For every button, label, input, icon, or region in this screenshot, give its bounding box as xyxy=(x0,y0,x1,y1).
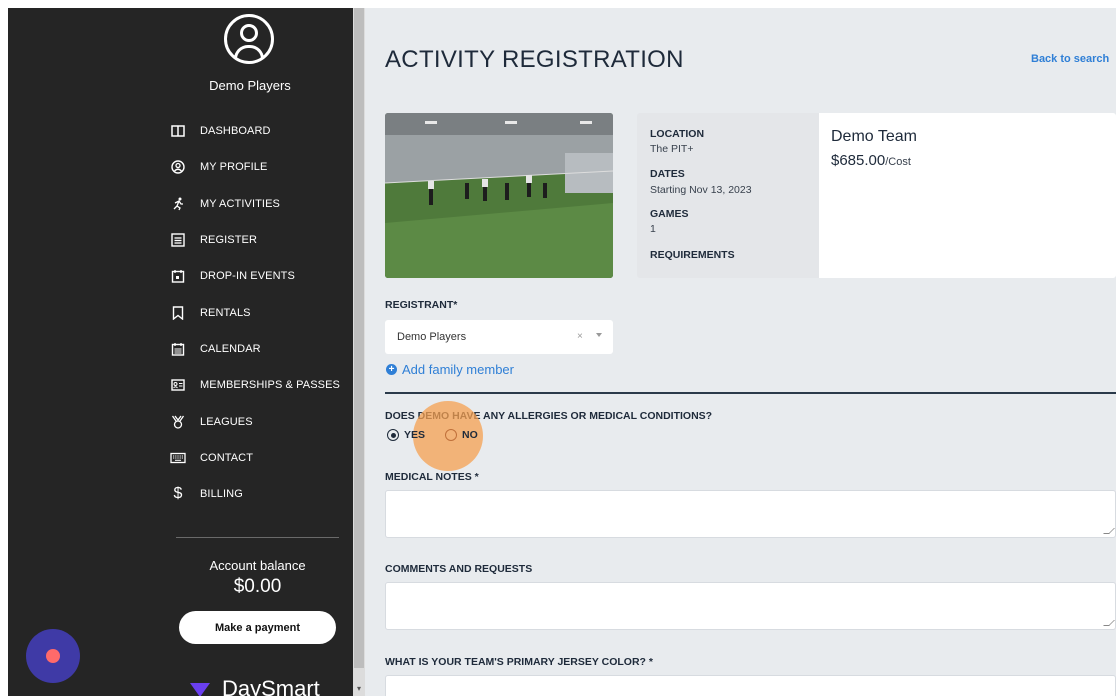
requirements-label: REQUIREMENTS xyxy=(650,249,735,261)
medal-icon xyxy=(170,414,186,430)
sidebar-item-contact[interactable]: CONTACT xyxy=(170,440,340,476)
sidebar-item-label: LEAGUES xyxy=(200,415,253,428)
radio-yes-label[interactable]: YES xyxy=(404,429,425,441)
page-title: ACTIVITY REGISTRATION xyxy=(385,46,684,73)
record-dot-icon xyxy=(46,649,60,663)
sidebar-item-rentals[interactable]: RENTALS xyxy=(170,294,340,330)
sidebar-item-label: DASHBOARD xyxy=(200,125,271,138)
resize-handle-icon[interactable] xyxy=(1103,620,1115,626)
activity-info-panel: LOCATION The PIT+ DATES Starting Nov 13,… xyxy=(637,113,819,278)
dates-value: Starting Nov 13, 2023 xyxy=(650,184,752,196)
sidebar-item-calendar[interactable]: CALENDAR xyxy=(170,331,340,367)
sidebar-item-label: RENTALS xyxy=(200,306,251,319)
resize-handle-icon[interactable] xyxy=(1103,528,1115,534)
location-label: LOCATION xyxy=(650,128,705,140)
allergy-radio-group: YES NO xyxy=(387,429,478,441)
price-amount: $685.00 xyxy=(831,152,886,169)
scroll-down-arrow-icon[interactable]: ▾ xyxy=(355,684,363,694)
sidebar-item-label: MEMBERSHIPS & PASSES xyxy=(200,379,340,392)
sidebar-item-label: MY ACTIVITIES xyxy=(200,197,280,210)
games-value: 1 xyxy=(650,223,656,235)
registrant-label: REGISTRANT* xyxy=(385,299,458,311)
calendar-event-icon xyxy=(170,268,186,284)
sidebar-scrollbar[interactable]: ▾ xyxy=(353,8,365,696)
sidebar-item-memberships-passes[interactable]: MEMBERSHIPS & PASSES xyxy=(170,367,340,403)
section-divider xyxy=(385,392,1116,394)
keyboard-icon xyxy=(170,450,186,466)
runner-icon xyxy=(170,196,186,212)
games-label: GAMES xyxy=(650,208,689,220)
back-to-search-link[interactable]: Back to search xyxy=(1031,53,1109,65)
jersey-color-label: WHAT IS YOUR TEAM'S PRIMARY JERSEY COLOR… xyxy=(385,656,653,668)
account-balance-label: Account balance xyxy=(209,558,306,573)
user-name: Demo Players xyxy=(209,78,291,93)
medical-notes-textarea[interactable] xyxy=(385,490,1116,538)
add-family-member-link[interactable]: + Add family member xyxy=(386,362,514,377)
sidebar-item-label: DROP-IN EVENTS xyxy=(200,270,295,283)
radio-yes[interactable] xyxy=(387,429,399,441)
team-name: Demo Team xyxy=(831,128,917,145)
sidebar-item-label: BILLING xyxy=(200,488,243,501)
registrant-value: Demo Players xyxy=(397,331,467,343)
dashboard-icon xyxy=(170,123,186,139)
sidebar-item-leagues[interactable]: LEAGUES xyxy=(170,403,340,439)
user-avatar-icon[interactable] xyxy=(224,14,274,64)
left-strip xyxy=(0,0,8,696)
sidebar-item-billing[interactable]: $ BILLING xyxy=(170,476,340,512)
sidebar-item-my-profile[interactable]: MY PROFILE xyxy=(170,149,340,185)
radio-no-label[interactable]: NO xyxy=(462,429,478,441)
chevron-down-icon[interactable] xyxy=(596,333,602,337)
radio-no[interactable] xyxy=(445,429,458,441)
jersey-color-input[interactable] xyxy=(385,675,1116,696)
sidebar-item-drop-in-events[interactable]: DROP-IN EVENTS xyxy=(170,258,340,294)
make-payment-button[interactable]: Make a payment xyxy=(179,611,336,644)
daysmart-logo: DaySmart xyxy=(190,676,320,696)
scrollbar-thumb[interactable] xyxy=(354,8,364,668)
plus-circle-icon: + xyxy=(386,364,397,375)
calendar-icon xyxy=(170,341,186,357)
sidebar-item-label: CALENDAR xyxy=(200,342,261,355)
list-icon xyxy=(170,232,186,248)
account-balance-amount: $0.00 xyxy=(233,576,282,597)
sidebar-divider xyxy=(176,537,339,538)
sidebar-item-register[interactable]: REGISTER xyxy=(170,222,340,258)
team-panel: Demo Team $685.00/Cost xyxy=(819,113,1116,278)
sidebar-item-label: REGISTER xyxy=(200,234,258,247)
comments-textarea[interactable] xyxy=(385,582,1116,630)
team-price: $685.00/Cost xyxy=(831,152,911,169)
location-value: The PIT+ xyxy=(650,143,694,155)
sidebar-item-dashboard[interactable]: DASHBOARD xyxy=(170,113,340,149)
add-family-label: Add family member xyxy=(402,362,514,377)
daysmart-logo-icon xyxy=(190,681,210,696)
profile-icon xyxy=(170,159,186,175)
top-strip xyxy=(0,0,1116,8)
medical-notes-label: MEDICAL NOTES * xyxy=(385,471,479,483)
sidebar-item-label: MY PROFILE xyxy=(200,161,268,174)
id-card-icon xyxy=(170,377,186,393)
price-unit: /Cost xyxy=(885,156,911,168)
sidebar-item-my-activities[interactable]: MY ACTIVITIES xyxy=(170,186,340,222)
brand-name: DaySmart xyxy=(222,676,320,696)
sidebar-nav: DASHBOARD MY PROFILE MY ACTIVITIES REGIS… xyxy=(170,113,340,512)
dates-label: DATES xyxy=(650,168,685,180)
comments-label: COMMENTS AND REQUESTS xyxy=(385,563,533,575)
clear-selection-icon[interactable]: × xyxy=(577,331,583,342)
dollar-icon: $ xyxy=(173,485,183,503)
sidebar-item-label: CONTACT xyxy=(200,451,254,464)
chat-launcher-button[interactable] xyxy=(26,629,80,683)
bookmark-icon xyxy=(170,305,186,321)
activity-photo xyxy=(385,113,613,278)
